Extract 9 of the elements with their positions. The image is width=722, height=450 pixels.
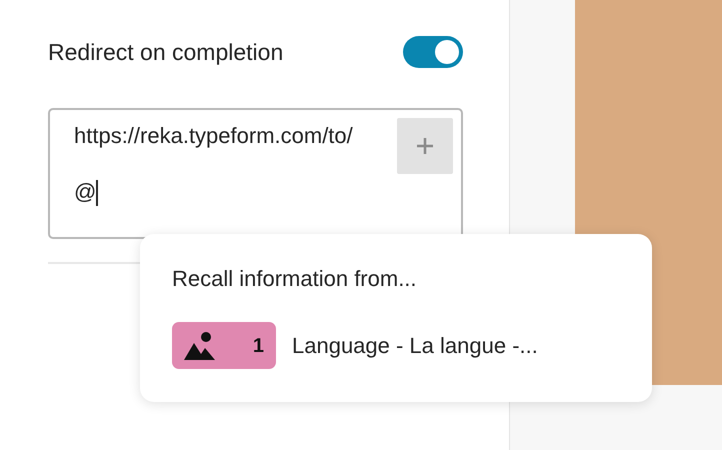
toggle-switch[interactable]	[403, 36, 463, 68]
plus-icon	[416, 137, 434, 155]
image-icon	[184, 332, 216, 360]
setting-label: Redirect on completion	[48, 38, 284, 67]
recall-item[interactable]: 1 Language - La langue -...	[172, 322, 652, 369]
question-number: 1	[252, 334, 264, 358]
popover-title: Recall information from...	[172, 265, 418, 293]
question-label: Language - La langue -...	[292, 332, 538, 360]
url-text: https://reka.typeform.com/to/@	[74, 123, 353, 204]
